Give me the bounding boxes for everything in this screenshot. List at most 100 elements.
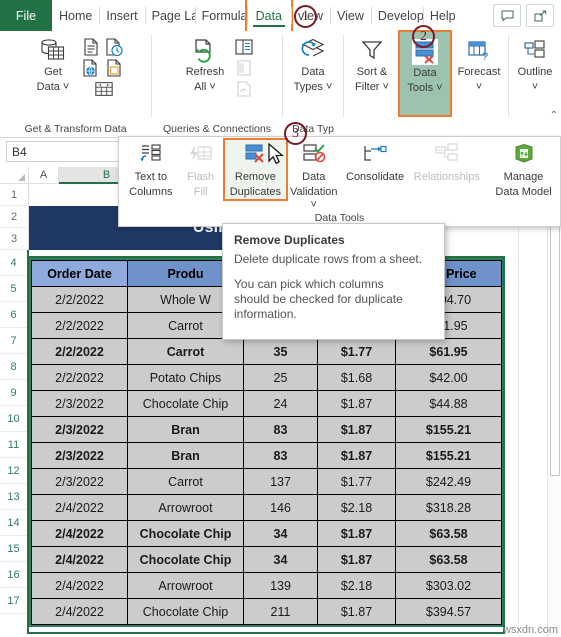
cell[interactable]: $44.88 xyxy=(395,390,502,417)
cell[interactable]: $242.49 xyxy=(395,468,502,495)
table-row[interactable]: 2/2/2022 Carrot 35 $1.77 $61.95 xyxy=(31,338,502,365)
row-header-13[interactable]: 13 xyxy=(0,484,29,510)
select-all-corner[interactable] xyxy=(0,167,29,184)
row-header-3[interactable]: 3 xyxy=(0,228,29,250)
refresh-all-button[interactable]: Refresh All ˅ xyxy=(177,35,233,94)
row-header-9[interactable]: 9 xyxy=(0,380,29,406)
get-data-button[interactable]: Get Data ˅ xyxy=(26,35,80,94)
tab-view[interactable]: View xyxy=(330,0,371,31)
table-row[interactable]: 2/4/2022 Chocolate Chip 34 $1.87 $63.58 xyxy=(31,546,502,573)
from-table-range-button[interactable] xyxy=(103,58,125,78)
cell[interactable]: $1.77 xyxy=(317,338,396,365)
cell[interactable]: $1.87 xyxy=(317,416,396,443)
row-header-7[interactable]: 7 xyxy=(0,328,29,354)
row-header-10[interactable]: 10 xyxy=(0,406,29,432)
table-row[interactable]: 2/3/2022 Chocolate Chip 24 $1.87 $44.88 xyxy=(31,390,502,417)
cell[interactable]: $61.95 xyxy=(395,338,502,365)
share-button[interactable] xyxy=(526,4,554,27)
table-row[interactable]: 2/4/2022 Arrowroot 139 $2.18 $303.02 xyxy=(31,572,502,599)
tab-file[interactable]: File xyxy=(0,0,52,31)
collapse-ribbon-icon[interactable]: ⌃ xyxy=(550,110,558,121)
cell[interactable]: $63.58 xyxy=(395,546,502,573)
manage-data-model-button[interactable]: Manage Data Model xyxy=(489,140,558,199)
row-header-12[interactable]: 12 xyxy=(0,458,29,484)
cell[interactable]: 34 xyxy=(243,546,318,573)
tab-insert[interactable]: Insert xyxy=(99,0,144,31)
table-row[interactable]: 2/3/2022 Bran 83 $1.87 $155.21 xyxy=(31,442,502,469)
cell[interactable]: 2/4/2022 xyxy=(31,546,128,573)
cell[interactable]: 34 xyxy=(243,520,318,547)
tab-formulas[interactable]: Formula xyxy=(194,0,247,31)
vertical-scrollbar[interactable] xyxy=(547,184,561,637)
cell[interactable]: Arrowroot xyxy=(127,494,244,521)
cell[interactable]: $2.18 xyxy=(317,494,396,521)
row-header-6[interactable]: 6 xyxy=(0,302,29,328)
cell[interactable]: 146 xyxy=(243,494,318,521)
row-header-4[interactable]: 4 xyxy=(0,250,29,276)
cell[interactable]: Bran xyxy=(127,442,244,469)
cell[interactable]: 2/4/2022 xyxy=(31,598,128,625)
cell[interactable]: Bran xyxy=(127,416,244,443)
row-header-1[interactable]: 1 xyxy=(0,184,29,206)
recent-sources-button[interactable] xyxy=(103,37,125,57)
cell[interactable]: $1.87 xyxy=(317,520,396,547)
cell[interactable]: 2/3/2022 xyxy=(31,390,128,417)
table-row[interactable]: 2/4/2022 Chocolate Chip 34 $1.87 $63.58 xyxy=(31,520,502,547)
cell[interactable]: Potato Chips xyxy=(127,364,244,391)
cell[interactable]: 83 xyxy=(243,416,318,443)
row-header-15[interactable]: 15 xyxy=(0,536,29,562)
cell[interactable]: 2/2/2022 xyxy=(31,312,128,339)
text-to-columns-button[interactable]: Text to Columns xyxy=(125,140,177,199)
row-header-5[interactable]: 5 xyxy=(0,276,29,302)
queries-pane-button[interactable] xyxy=(233,37,255,57)
cell[interactable]: 35 xyxy=(243,338,318,365)
cell[interactable]: Chocolate Chip xyxy=(127,390,244,417)
tab-page-layout[interactable]: Page La xyxy=(144,0,195,31)
data-types-button[interactable]: Data Types ˅ xyxy=(287,35,339,94)
cell[interactable]: $155.21 xyxy=(395,442,502,469)
tab-data[interactable]: Data xyxy=(244,0,294,33)
row-header-2[interactable]: 2 xyxy=(0,206,29,228)
cell[interactable]: 2/3/2022 xyxy=(31,442,128,469)
cell[interactable]: 2/4/2022 xyxy=(31,572,128,599)
cell[interactable]: 2/4/2022 xyxy=(31,494,128,521)
row-header-16[interactable]: 16 xyxy=(0,562,29,588)
row-header-14[interactable]: 14 xyxy=(0,510,29,536)
row-header-17[interactable]: 17 xyxy=(0,588,29,614)
consolidate-button[interactable]: Consolidate xyxy=(342,140,409,186)
cell[interactable]: 2/2/2022 xyxy=(31,338,128,365)
sort-filter-button[interactable]: Sort & Filter ˅ xyxy=(347,35,397,94)
cell[interactable]: $303.02 xyxy=(395,572,502,599)
from-web-button[interactable] xyxy=(80,58,102,78)
cell[interactable]: Chocolate Chip xyxy=(127,520,244,547)
cell[interactable]: $318.28 xyxy=(395,494,502,521)
cell[interactable]: 139 xyxy=(243,572,318,599)
row-header-8[interactable]: 8 xyxy=(0,354,29,380)
cell[interactable]: $42.00 xyxy=(395,364,502,391)
from-text-csv-button[interactable] xyxy=(80,37,102,57)
cell[interactable]: 2/3/2022 xyxy=(31,416,128,443)
cell[interactable]: $1.87 xyxy=(317,546,396,573)
cell[interactable]: 2/2/2022 xyxy=(31,364,128,391)
cell[interactable]: $63.58 xyxy=(395,520,502,547)
table-row[interactable]: 2/4/2022 Arrowroot 146 $2.18 $318.28 xyxy=(31,494,502,521)
cell[interactable]: $1.87 xyxy=(317,390,396,417)
cell[interactable]: 25 xyxy=(243,364,318,391)
row-header-11[interactable]: 11 xyxy=(0,432,29,458)
forecast-button[interactable]: ? Forecast ˅ xyxy=(452,35,506,94)
data-from-picture-button[interactable] xyxy=(91,79,117,99)
cell[interactable]: Carrot xyxy=(127,468,244,495)
cell[interactable]: 2/2/2022 xyxy=(31,286,128,313)
cell[interactable]: $394.57 xyxy=(395,598,502,625)
outline-button[interactable]: Outline ˅ xyxy=(510,35,560,94)
cell[interactable]: 211 xyxy=(243,598,318,625)
cell[interactable]: Arrowroot xyxy=(127,572,244,599)
tab-home[interactable]: Home xyxy=(52,0,99,31)
scrollbar-thumb[interactable] xyxy=(550,186,560,476)
table-row[interactable]: 2/4/2022 Chocolate Chip 211 $1.87 $394.5… xyxy=(31,598,502,625)
cell[interactable]: $1.87 xyxy=(317,598,396,625)
cell[interactable]: $2.18 xyxy=(317,572,396,599)
column-header-a[interactable]: A xyxy=(29,167,59,184)
data-validation-button[interactable]: Data Validation ˅ xyxy=(286,140,342,212)
cell[interactable]: 137 xyxy=(243,468,318,495)
